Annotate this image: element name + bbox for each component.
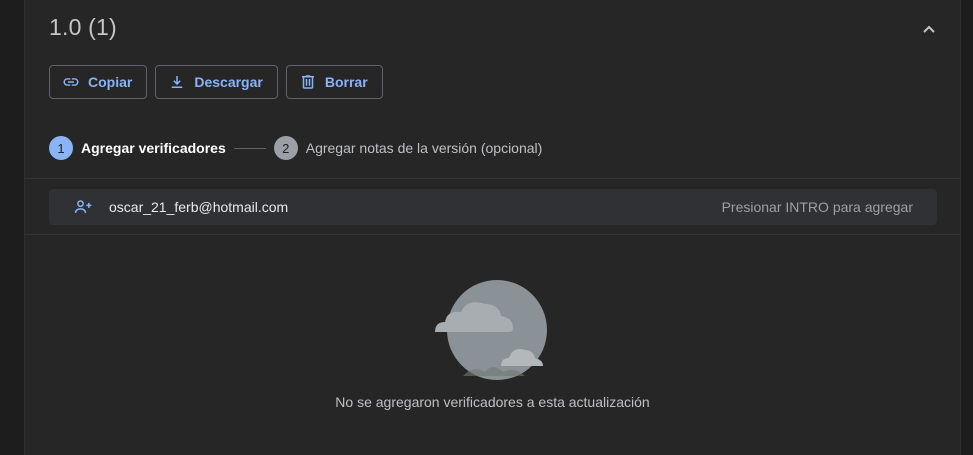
collapse-button[interactable] (914, 14, 944, 44)
version-panel: 1.0 (1) Copiar Descargar Borrar 1 Agrega… (24, 0, 961, 455)
copy-button[interactable]: Copiar (49, 65, 148, 99)
cloud-illustration-icon (435, 280, 547, 380)
stepper: 1 Agregar verificadores 2 Agregar notas … (49, 136, 542, 160)
reviewer-input-box[interactable]: Presionar INTRO para agregar (49, 189, 937, 225)
step-1-label[interactable]: Agregar verificadores (81, 140, 226, 156)
reviewer-email-input[interactable] (109, 199, 722, 215)
chevron-up-icon (923, 25, 935, 33)
divider-top (25, 178, 960, 179)
trash-icon (299, 73, 317, 91)
enter-hint: Presionar INTRO para agregar (721, 199, 913, 215)
action-buttons: Copiar Descargar Borrar (49, 65, 383, 99)
delete-button[interactable]: Borrar (285, 65, 383, 99)
link-icon (62, 73, 80, 91)
right-gutter (959, 0, 973, 455)
step-connector (233, 147, 266, 149)
step-2-label[interactable]: Agregar notas de la versión (opcional) (306, 140, 543, 156)
download-icon (168, 73, 186, 91)
divider-bottom (25, 234, 960, 235)
download-button[interactable]: Descargar (155, 65, 278, 99)
copy-button-label: Copiar (88, 74, 133, 90)
empty-state-message: No se agregaron verificadores a esta act… (335, 394, 650, 410)
download-button-label: Descargar (194, 74, 263, 90)
delete-button-label: Borrar (324, 74, 368, 90)
step-1-number[interactable]: 1 (49, 136, 73, 160)
left-gutter (0, 0, 24, 455)
step-2-number[interactable]: 2 (273, 136, 298, 160)
add-person-icon (73, 197, 93, 217)
version-title: 1.0 (1) (49, 14, 117, 40)
